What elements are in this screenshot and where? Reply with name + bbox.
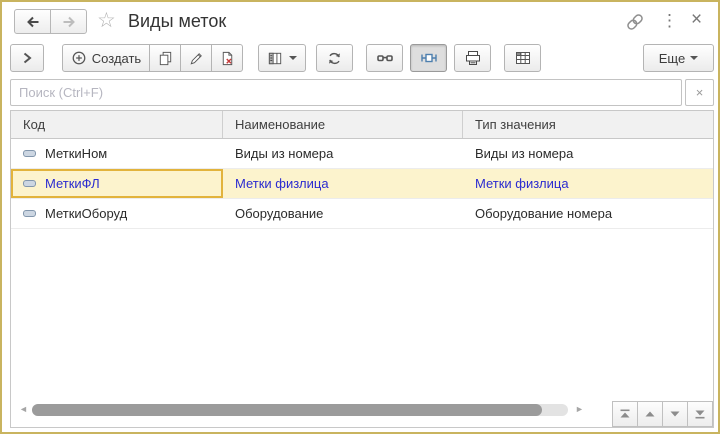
clear-search-button[interactable]: × xyxy=(685,79,714,106)
titlebar: ☆ Виды меток ⋮ × xyxy=(2,2,718,42)
toolbar: Создать Еще xyxy=(2,42,718,74)
cell-type[interactable]: Виды из номера xyxy=(463,139,713,168)
catalog-item-icon xyxy=(23,150,36,157)
table-body: МеткиНом Виды из номера Виды из номера М… xyxy=(11,139,713,229)
triangle-up-bar-icon xyxy=(617,406,633,422)
pencil-icon xyxy=(188,50,205,67)
tag-types-table: Код Наименование Тип значения МеткиНом В… xyxy=(10,110,714,428)
page-title: Виды меток xyxy=(128,11,227,31)
back-arrow-icon xyxy=(24,13,42,31)
search-input[interactable] xyxy=(10,79,682,106)
cell-type[interactable]: Метки физлица xyxy=(463,169,713,198)
chevron-right-icon xyxy=(20,51,34,65)
crud-button-group: Создать xyxy=(62,44,243,72)
delete-page-icon xyxy=(219,50,236,67)
catalog-item-icon xyxy=(23,180,36,187)
refresh-button[interactable] xyxy=(316,44,353,72)
go-first-button[interactable] xyxy=(612,401,638,427)
chevron-down-icon xyxy=(289,56,297,60)
cell-type-text: Оборудование номера xyxy=(475,206,613,221)
column-header-type[interactable]: Тип значения xyxy=(463,111,713,138)
cell-name-text: Виды из номера xyxy=(235,146,334,161)
expand-panel-button[interactable] xyxy=(10,44,44,72)
copy-button[interactable] xyxy=(149,44,181,72)
more-button[interactable]: Еще xyxy=(643,44,714,72)
table-row[interactable]: МеткиНом Виды из номера Виды из номера xyxy=(11,139,713,169)
table-header: Код Наименование Тип значения xyxy=(11,111,713,139)
plus-circle-icon xyxy=(71,50,87,66)
cell-code-active[interactable]: МеткиФЛ xyxy=(11,169,223,198)
app-window: ☆ Виды меток ⋮ × Создать Еще Поиск (Ctrl… xyxy=(0,0,720,434)
cell-name[interactable]: Оборудование xyxy=(223,199,463,228)
row-navigation-group xyxy=(612,401,713,427)
scrollbar-thumb[interactable] xyxy=(32,404,542,416)
set-interval-toggle-button[interactable] xyxy=(410,44,447,72)
scroll-left-icon[interactable]: ◄ xyxy=(19,404,28,414)
triangle-up-icon xyxy=(642,406,658,422)
back-button[interactable] xyxy=(14,9,51,34)
refresh-icon xyxy=(326,50,343,67)
table-grid-icon xyxy=(514,49,532,67)
output-table-button[interactable] xyxy=(504,44,541,72)
favorite-star-icon[interactable]: ☆ xyxy=(97,9,116,33)
cell-code[interactable]: МеткиНом xyxy=(11,139,223,168)
cell-code-text: МеткиФЛ xyxy=(45,176,100,191)
copy-icon xyxy=(157,50,174,67)
triangle-down-icon xyxy=(667,406,683,422)
clear-x-icon: × xyxy=(695,85,704,100)
cell-type-text: Виды из номера xyxy=(475,146,574,161)
printer-icon xyxy=(464,49,482,67)
create-button[interactable]: Создать xyxy=(62,44,150,72)
forward-button[interactable] xyxy=(50,9,87,34)
chevron-down-icon xyxy=(690,56,699,60)
create-button-label: Создать xyxy=(91,50,142,66)
delete-button[interactable] xyxy=(211,44,243,72)
catalog-item-icon xyxy=(23,210,36,217)
cell-name[interactable]: Виды из номера xyxy=(223,139,463,168)
forward-arrow-icon xyxy=(60,13,78,31)
cell-code[interactable]: МеткиОборуд xyxy=(11,199,223,228)
horizontal-scrollbar[interactable] xyxy=(32,404,568,416)
cell-type-text: Метки физлица xyxy=(475,176,569,191)
list-panel-icon xyxy=(267,50,284,67)
cell-name-text: Метки физлица xyxy=(235,176,329,191)
cell-type[interactable]: Оборудование номера xyxy=(463,199,713,228)
search-row: × xyxy=(2,78,718,106)
triangle-down-bar-icon xyxy=(692,406,708,422)
cell-name[interactable]: Метки физлица xyxy=(223,169,463,198)
history-nav xyxy=(14,9,87,34)
cell-code-text: МеткиНом xyxy=(45,146,108,161)
cell-name-text: Оборудование xyxy=(235,206,324,221)
table-row[interactable]: МеткиОборуд Оборудование Оборудование но… xyxy=(11,199,713,229)
more-button-label: Еще xyxy=(658,50,686,66)
link-icon[interactable] xyxy=(625,12,645,32)
print-button[interactable] xyxy=(454,44,491,72)
column-header-code[interactable]: Код xyxy=(11,111,223,138)
view-mode-button[interactable] xyxy=(258,44,306,72)
kebab-menu-icon[interactable]: ⋮ xyxy=(661,11,678,31)
find-button[interactable] xyxy=(366,44,403,72)
interval-icon xyxy=(420,49,438,67)
close-icon[interactable]: × xyxy=(691,9,702,31)
next-row-button[interactable] xyxy=(662,401,688,427)
scroll-right-icon[interactable]: ► xyxy=(575,404,584,414)
table-row-selected[interactable]: МеткиФЛ Метки физлица Метки физлица xyxy=(11,169,713,199)
go-last-button[interactable] xyxy=(687,401,713,427)
column-header-name[interactable]: Наименование xyxy=(223,111,463,138)
previous-row-button[interactable] xyxy=(637,401,663,427)
glasses-icon xyxy=(376,49,394,67)
cell-code-text: МеткиОборуд xyxy=(45,206,128,221)
edit-button[interactable] xyxy=(180,44,212,72)
